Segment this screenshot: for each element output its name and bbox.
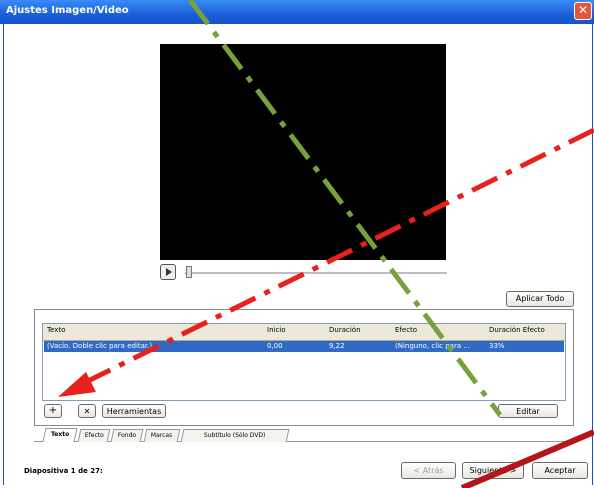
seek-track[interactable] [185,272,447,274]
cell-duration: 9,22 [329,342,345,350]
window-title: Ajustes Imagen/Video [6,5,129,16]
column-header-start[interactable]: Inicio [267,326,286,334]
column-header-effect[interactable]: Efecto [395,326,417,334]
tab-effect-label: Efecto [84,432,104,439]
edit-button[interactable]: Editar [498,404,558,418]
back-button[interactable]: < Atrás [401,462,456,479]
apply-all-button[interactable]: Aplicar Todo [506,291,574,307]
tab-text[interactable]: Texto [42,428,78,442]
table-row[interactable]: (Vacío. Doble clic para editar.) 0,00 9,… [44,341,564,352]
cell-effect: (Ninguno, clic para ... [395,342,471,350]
cell-effect-duration: 33% [489,342,505,350]
accept-button[interactable]: Aceptar [532,462,588,479]
close-button[interactable]: ✕ [574,2,592,20]
tab-text-label: Texto [50,431,70,438]
grid-header: Texto Inicio Duración Efecto Duración Ef… [43,324,565,341]
cell-start: 0,00 [267,342,283,350]
tab-subtitle-label: Subtítulo (Sólo DVD) [204,432,266,439]
tools-button[interactable]: Herramientas [102,404,166,418]
column-header-text[interactable]: Texto [47,326,65,334]
remove-text-button[interactable]: ✕ [78,404,96,418]
column-header-duration[interactable]: Duración [329,326,361,334]
slide-status: Diapositiva 1 de 27: [24,467,103,475]
tab-effect[interactable]: Efecto [77,429,111,442]
seek-thumb[interactable] [186,266,192,278]
tab-subtitle[interactable]: Subtítulo (Sólo DVD) [180,429,290,442]
text-grid[interactable]: Texto Inicio Duración Efecto Duración Ef… [42,323,566,401]
next-button[interactable]: Siguiente > [462,462,524,479]
play-icon[interactable] [160,264,176,280]
tab-marks-label: Marcas [151,432,173,439]
column-header-effect-duration[interactable]: Duración Efecto [489,326,545,334]
tab-marks[interactable]: Marcas [143,429,181,442]
cell-text: (Vacío. Doble clic para editar.) [47,342,153,350]
tab-background[interactable]: Fondo [110,429,144,442]
tab-background-label: Fondo [117,432,136,439]
add-text-button[interactable]: + [44,404,62,418]
title-bar: Ajustes Imagen/Video ✕ [0,0,594,24]
video-preview [160,44,446,260]
